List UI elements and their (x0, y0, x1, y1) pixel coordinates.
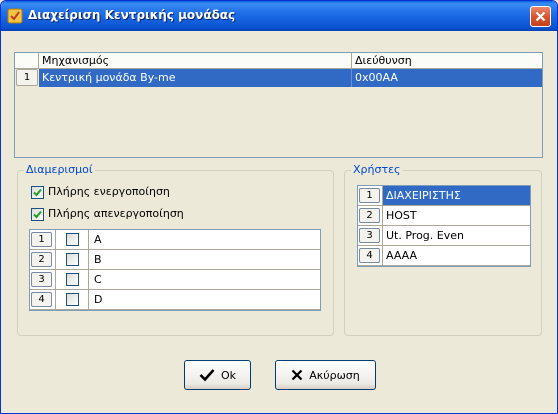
device-name-cell[interactable]: Κεντρική μονάδα By-me (39, 69, 352, 87)
device-address-cell[interactable]: 0x00AA (352, 69, 542, 87)
disable-all-checkbox[interactable]: Πλήρης απενεργοποίηση (31, 207, 184, 221)
devices-grid[interactable]: Μηχανισμός Διεύθυνση 1 Κεντρική μονάδα B… (14, 52, 543, 158)
partition-name: B (94, 253, 102, 266)
checkbox-cell (55, 230, 89, 249)
disable-all-label: Πλήρης απενεργοποίηση (48, 207, 184, 220)
table-row[interactable]: 1 A (30, 230, 320, 250)
partition-checkbox[interactable] (66, 233, 79, 246)
list-item[interactable]: 3 Ut. Prog. Even (358, 226, 530, 246)
row-index-button[interactable]: 4 (359, 248, 380, 263)
partitions-group: Διαμερισμοί Πλήρης ενεργοποίηση Πλήρης α… (17, 164, 334, 336)
row-index-button[interactable]: 1 (359, 188, 380, 203)
dialog-window: Διαχείριση Κεντρικής μονάδας Μηχανισμός … (0, 0, 558, 414)
row-index-button[interactable]: 1 (16, 69, 38, 86)
window-title: Διαχείριση Κεντρικής μονάδας (28, 8, 236, 22)
enable-all-checkbox[interactable]: Πλήρης ενεργοποίηση (31, 185, 170, 199)
list-item[interactable]: 2 HOST (358, 206, 530, 226)
column-header-address[interactable]: Διεύθυνση (352, 53, 542, 69)
user-name: Ut. Prog. Even (382, 226, 530, 245)
partition-name: D (94, 293, 103, 306)
users-group-label: Χρήστες (351, 163, 403, 176)
checkbox-cell (55, 270, 89, 289)
close-icon (291, 369, 303, 381)
partition-name: C (94, 273, 102, 286)
enable-all-label: Πλήρης ενεργοποίηση (48, 185, 170, 198)
check-icon (33, 188, 42, 196)
list-item[interactable]: 4 AAAA (358, 246, 530, 266)
table-row[interactable]: 1 Κεντρική μονάδα By-me 0x00AA (15, 69, 542, 87)
check-icon (33, 210, 42, 218)
title-bar[interactable]: Διαχείριση Κεντρικής μονάδας (1, 1, 557, 31)
check-icon (199, 368, 215, 382)
users-list[interactable]: 1 ΔΙΑΧΕΙΡΙΣΤΗΣ 2 HOST 3 Ut. Prog. Even 4… (357, 185, 531, 267)
users-group: Χρήστες 1 ΔΙΑΧΕΙΡΙΣΤΗΣ 2 HOST 3 Ut. Prog… (344, 164, 542, 336)
checkbox-checked[interactable] (31, 185, 44, 199)
cancel-button-label: Ακύρωση (309, 368, 360, 382)
user-name: HOST (382, 206, 530, 225)
table-row[interactable]: 4 D (30, 290, 320, 310)
partition-checkbox[interactable] (66, 293, 79, 306)
row-header-corner (15, 53, 39, 69)
user-name: ΔΙΑΧΕΙΡΙΣΤΗΣ (382, 186, 530, 205)
checkbox-cell (55, 250, 89, 269)
checkbox-cell (55, 290, 89, 309)
close-icon (535, 11, 546, 22)
ok-button[interactable]: Ok (184, 360, 251, 390)
row-index-button[interactable]: 4 (31, 292, 52, 307)
row-index-button[interactable]: 2 (359, 208, 380, 223)
table-row[interactable]: 3 C (30, 270, 320, 290)
cancel-button[interactable]: Ακύρωση (275, 360, 376, 390)
partition-checkbox[interactable] (66, 273, 79, 286)
user-name: AAAA (382, 246, 530, 265)
row-index-button[interactable]: 3 (359, 228, 380, 243)
partitions-table[interactable]: 1 A 2 B 3 C 4 D (29, 229, 321, 311)
table-row[interactable]: 2 B (30, 250, 320, 270)
app-icon (7, 8, 23, 24)
row-index-button[interactable]: 3 (31, 272, 52, 287)
partition-name: A (94, 233, 102, 246)
devices-grid-header: Μηχανισμός Διεύθυνση (15, 53, 542, 69)
row-index-button[interactable]: 2 (31, 252, 52, 267)
list-item[interactable]: 1 ΔΙΑΧΕΙΡΙΣΤΗΣ (358, 186, 530, 206)
partition-checkbox[interactable] (66, 253, 79, 266)
checkbox-checked[interactable] (31, 207, 44, 221)
partitions-group-label: Διαμερισμοί (24, 163, 95, 176)
ok-button-label: Ok (220, 368, 237, 382)
close-button[interactable] (530, 6, 551, 27)
row-index-button[interactable]: 1 (31, 232, 52, 247)
column-header-device[interactable]: Μηχανισμός (39, 53, 352, 69)
